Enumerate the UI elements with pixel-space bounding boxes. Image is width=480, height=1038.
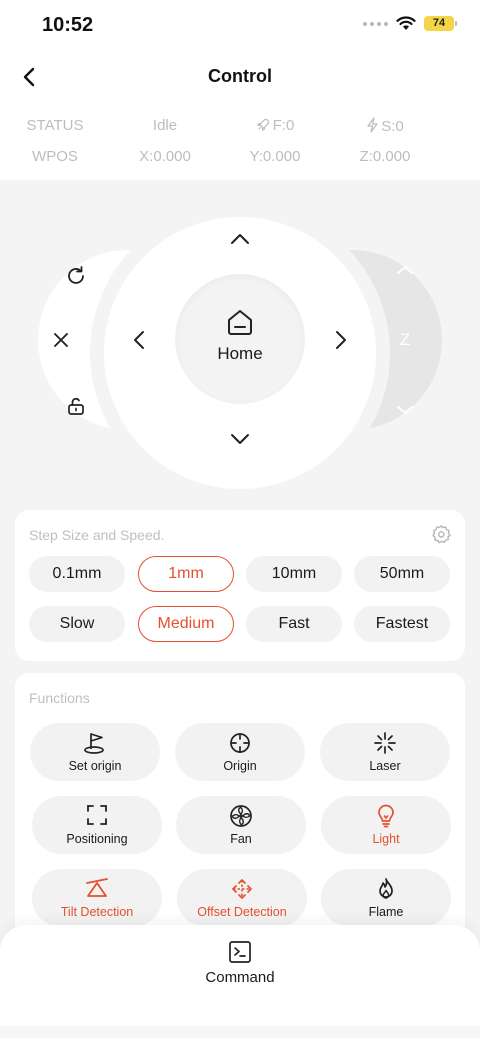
- refresh-icon: [68, 266, 84, 284]
- tilt-detection-label: Tilt Detection: [60, 905, 134, 919]
- jog-z-minus-button[interactable]: [390, 398, 420, 422]
- step-settings-button[interactable]: [431, 524, 451, 549]
- chevron-left-icon: [134, 331, 144, 349]
- nav-bar: Control: [0, 54, 480, 100]
- flag-origin-icon: [84, 733, 104, 754]
- light-label: Light: [372, 832, 400, 846]
- chevron-down-icon: [397, 406, 413, 414]
- step-size-title: Step Size and Speed.: [29, 527, 165, 543]
- speed-fastest-button[interactable]: Fastest: [354, 606, 450, 642]
- z-position: Z:0.000: [359, 148, 411, 165]
- jog-y-plus-button[interactable]: [222, 224, 258, 254]
- focus-frame-icon: [87, 805, 107, 825]
- reset-button[interactable]: [62, 262, 90, 290]
- close-icon: [54, 333, 68, 347]
- machine-info-panel: STATUS Idle F:0 S:0 WPOS X:0.000 Y:0.000…: [0, 100, 480, 180]
- fan-icon: [230, 805, 252, 827]
- flame-label: Flame: [368, 905, 404, 919]
- chevron-right-icon: [336, 331, 346, 349]
- functions-title: Functions: [29, 690, 90, 706]
- laser-label: Laser: [369, 759, 401, 773]
- status-row: STATUS Idle F:0 S:0: [0, 112, 480, 142]
- unlock-icon: [68, 397, 84, 415]
- jog-x-minus-button[interactable]: [124, 322, 154, 358]
- battery-icon: 74: [424, 16, 457, 31]
- gear-icon: [432, 525, 451, 544]
- step-50mm-button[interactable]: 50mm: [354, 556, 450, 592]
- origin-label: Origin: [223, 759, 257, 773]
- fan-label: Fan: [230, 832, 252, 846]
- home-label: Home: [217, 344, 263, 363]
- offset-detection-button[interactable]: Offset Detection: [177, 869, 307, 927]
- home-indicator-area: [0, 1026, 480, 1038]
- battery-level: 74: [432, 17, 446, 29]
- step-size-speed-card: Step Size and Speed. 0.1mm 1mm 10mm 50mm…: [15, 510, 465, 661]
- status-bar: 10:52 74: [0, 0, 480, 54]
- positioning-button[interactable]: Positioning: [32, 796, 162, 854]
- speed-medium-button[interactable]: Medium: [138, 606, 234, 642]
- crosshair-icon: [230, 733, 250, 753]
- feed-rate-value: F:0: [272, 117, 295, 134]
- flame-button[interactable]: Flame: [321, 869, 451, 927]
- status-time: 10:52: [42, 14, 94, 36]
- chevron-up-icon: [397, 266, 413, 274]
- offset-detection-label: Offset Detection: [197, 905, 287, 919]
- wifi-icon: [396, 16, 416, 30]
- wpos-row: WPOS X:0.000 Y:0.000 Z:0.000: [0, 143, 480, 173]
- home-button[interactable]: Home: [175, 274, 305, 404]
- origin-button[interactable]: Origin: [175, 723, 305, 781]
- unlock-button[interactable]: [62, 392, 90, 420]
- x-position: X:0.000: [139, 148, 191, 165]
- status-icons: 74: [363, 16, 457, 31]
- fan-button[interactable]: Fan: [176, 796, 306, 854]
- step-10mm-button[interactable]: 10mm: [246, 556, 342, 592]
- stop-button[interactable]: [47, 326, 75, 354]
- feed-rate: F:0: [220, 117, 330, 134]
- set-origin-button[interactable]: Set origin: [30, 723, 160, 781]
- cellular-dots-icon: [363, 21, 388, 26]
- chevron-up-icon: [231, 234, 249, 244]
- spindle-speed: S:0: [330, 117, 440, 135]
- step-0.1mm-button[interactable]: 0.1mm: [29, 556, 125, 592]
- positioning-label: Positioning: [66, 832, 128, 846]
- light-button[interactable]: Light: [321, 796, 451, 854]
- set-origin-label: Set origin: [68, 759, 122, 773]
- wpos-label: WPOS: [32, 148, 78, 165]
- page-title: Control: [208, 66, 272, 86]
- y-position: Y:0.000: [249, 148, 301, 165]
- z-axis-label: Z: [399, 330, 411, 349]
- laser-button[interactable]: Laser: [320, 723, 450, 781]
- tilt-icon: [86, 878, 108, 897]
- move-arrows-icon: [232, 879, 252, 899]
- rocket-icon: [256, 118, 269, 131]
- chevron-down-icon: [231, 434, 249, 444]
- home-icon: [228, 310, 252, 335]
- jog-y-minus-button[interactable]: [222, 424, 258, 454]
- speed-slow-button[interactable]: Slow: [29, 606, 125, 642]
- tilt-detection-button[interactable]: Tilt Detection: [32, 869, 162, 927]
- lightning-icon: [367, 117, 378, 133]
- step-1mm-button[interactable]: 1mm: [138, 556, 234, 592]
- lightbulb-icon: [378, 804, 394, 828]
- spindle-speed-value: S:0: [381, 118, 404, 135]
- speed-fast-button[interactable]: Fast: [246, 606, 342, 642]
- command-bar[interactable]: Command: [0, 925, 480, 1038]
- terminal-icon: [229, 941, 251, 963]
- jog-x-plus-button[interactable]: [326, 322, 356, 358]
- laser-burst-icon: [374, 732, 396, 754]
- jog-z-plus-button[interactable]: [390, 258, 420, 282]
- status-value: Idle: [152, 117, 178, 134]
- status-label: STATUS: [26, 117, 84, 134]
- flame-icon: [379, 878, 393, 899]
- jog-control: Home Z: [0, 180, 480, 505]
- command-label: Command: [205, 969, 275, 986]
